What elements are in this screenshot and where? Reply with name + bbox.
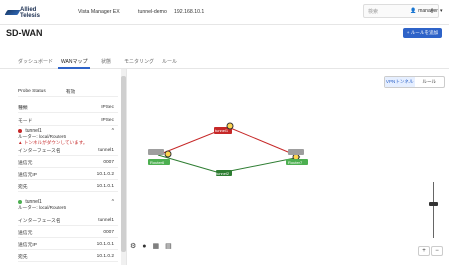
probe-status-label: Probe Status bbox=[18, 88, 46, 94]
tunnel-2-dest-label: 宛先 bbox=[18, 254, 28, 260]
tunnel-2-dest-value: 10.1.0.2 bbox=[96, 253, 114, 259]
user-icon: 👤 bbox=[410, 8, 417, 14]
tunnel-1-iface-value: tunnel1 bbox=[98, 147, 114, 153]
tunnel-1-endpoint-row: 送信元 0007 bbox=[18, 157, 118, 168]
tunnel-2-endpoint-label: 送信元 bbox=[18, 230, 33, 236]
tunnel-2-router: ルーター: local/Router6 bbox=[18, 205, 66, 210]
link-red-label: tunnel1 bbox=[215, 128, 229, 133]
map-tools: ⚙ ● ▦ ▤ bbox=[130, 241, 172, 251]
type-value: IPSec bbox=[101, 104, 114, 110]
status-dot-icon bbox=[18, 199, 22, 204]
mode-label: モード bbox=[18, 118, 33, 124]
router-right-label: Router7 bbox=[288, 160, 303, 165]
tunnel-2-ip-value: 10.1.0.1 bbox=[96, 241, 114, 247]
status-dot-icon bbox=[18, 128, 22, 133]
tunnel-1-dest-label: 宛先 bbox=[18, 184, 28, 190]
search-placeholder: 検索 bbox=[368, 8, 379, 15]
zoom-handle[interactable] bbox=[429, 202, 438, 206]
panel-scrollbar-thumb[interactable] bbox=[121, 76, 126, 252]
grid-icon[interactable]: ▤ bbox=[165, 242, 172, 250]
page-title: SD-WAN bbox=[6, 28, 43, 38]
tunnel-block-2: tunnel1 ^ ルーター: local/Router6 bbox=[18, 199, 118, 211]
tunnel-2-endpoint-value: 0007 bbox=[103, 229, 114, 235]
tunnel-2-dest-row: 宛先 10.1.0.2 bbox=[18, 251, 118, 262]
tab-dashboard[interactable]: ダッシュボード bbox=[18, 58, 53, 65]
product-name: Vista Manager EX bbox=[78, 9, 120, 15]
brand-name: Allied Telesis bbox=[20, 6, 40, 19]
tunnel-block-1: tunnel1 ^ ルーター: local/Router6 ▲ トンネルがダウン… bbox=[18, 128, 118, 146]
pin-icon[interactable]: ● bbox=[142, 243, 146, 250]
caret-icon[interactable]: ^ bbox=[112, 128, 118, 134]
tunnel-1-ip-value: 10.1.0.2 bbox=[96, 171, 114, 177]
tunnel-2-iface-value: tunnel1 bbox=[98, 217, 114, 223]
tunnel-1-endpoint-label: 送信元 bbox=[18, 160, 33, 166]
tab-wan-map[interactable]: WANマップ bbox=[61, 58, 87, 65]
tunnel-2-iface-label: インターフェース名 bbox=[18, 218, 61, 224]
node-status-marker bbox=[164, 150, 172, 158]
tunnel-1-ip-label: 送信元IP bbox=[18, 172, 37, 178]
caret-icon[interactable]: ^ bbox=[112, 199, 118, 205]
tab-status[interactable]: 状態 bbox=[101, 58, 111, 65]
type-row: 種類 IPSec bbox=[18, 102, 118, 113]
tunnel-2-endpoint-row: 送信元 0007 bbox=[18, 227, 118, 238]
brand-logo[interactable]: Allied Telesis bbox=[6, 6, 55, 19]
tunnel-2-ip-row: 送信元IP 10.1.0.1 bbox=[18, 239, 118, 250]
tunnel-1-iface-label: インターフェース名 bbox=[18, 148, 61, 154]
router-left-label: Router6 bbox=[150, 160, 165, 165]
layout-icon[interactable]: ▦ bbox=[153, 242, 160, 250]
mode-row: モード IPSec bbox=[18, 115, 118, 126]
user-menu[interactable]: 👤 manager ▾ bbox=[410, 8, 442, 14]
tunnel-1-endpoint-value: 0007 bbox=[103, 159, 114, 165]
link-green-label: tunnel2 bbox=[216, 171, 230, 176]
mode-value: IPSec bbox=[101, 117, 114, 123]
router-icon bbox=[148, 149, 164, 155]
tunnel-2-iface-row: インターフェース名 tunnel1 bbox=[18, 215, 118, 226]
probe-status-row: Probe Status 有効 bbox=[18, 86, 118, 97]
logo-mark-icon bbox=[6, 9, 18, 16]
zoom-out-button[interactable]: − bbox=[431, 246, 443, 256]
tunnel-2-ip-label: 送信元IP bbox=[18, 242, 37, 248]
probe-status-value: 有効 bbox=[65, 89, 76, 95]
zoom-in-button[interactable]: + bbox=[418, 246, 430, 256]
tab-rules[interactable]: ルール bbox=[162, 58, 177, 65]
tenant-ip: 192.168.10.1 bbox=[174, 9, 205, 15]
tunnel-1-dest-row: 宛先 10.1.0.1 bbox=[18, 181, 118, 192]
tab-monitoring[interactable]: モニタリング bbox=[124, 58, 154, 65]
tenant-name: tunnel-demo bbox=[138, 9, 167, 15]
user-name: manager bbox=[418, 8, 438, 14]
router-icon bbox=[288, 149, 304, 155]
add-rule-button[interactable]: + ルールを追加 bbox=[403, 28, 442, 38]
type-label: 種類 bbox=[18, 105, 28, 111]
tunnel-1-ip-row: 送信元IP 10.1.0.2 bbox=[18, 169, 118, 180]
settings-icon[interactable]: ⚙ bbox=[130, 242, 136, 250]
tunnel-1-iface-row: インターフェース名 tunnel1 bbox=[18, 145, 118, 156]
wan-map-svg bbox=[148, 122, 308, 176]
tunnel-1-dest-value: 10.1.0.1 bbox=[96, 183, 114, 189]
zoom-track[interactable] bbox=[433, 182, 434, 238]
chevron-down-icon: ▾ bbox=[439, 8, 443, 14]
